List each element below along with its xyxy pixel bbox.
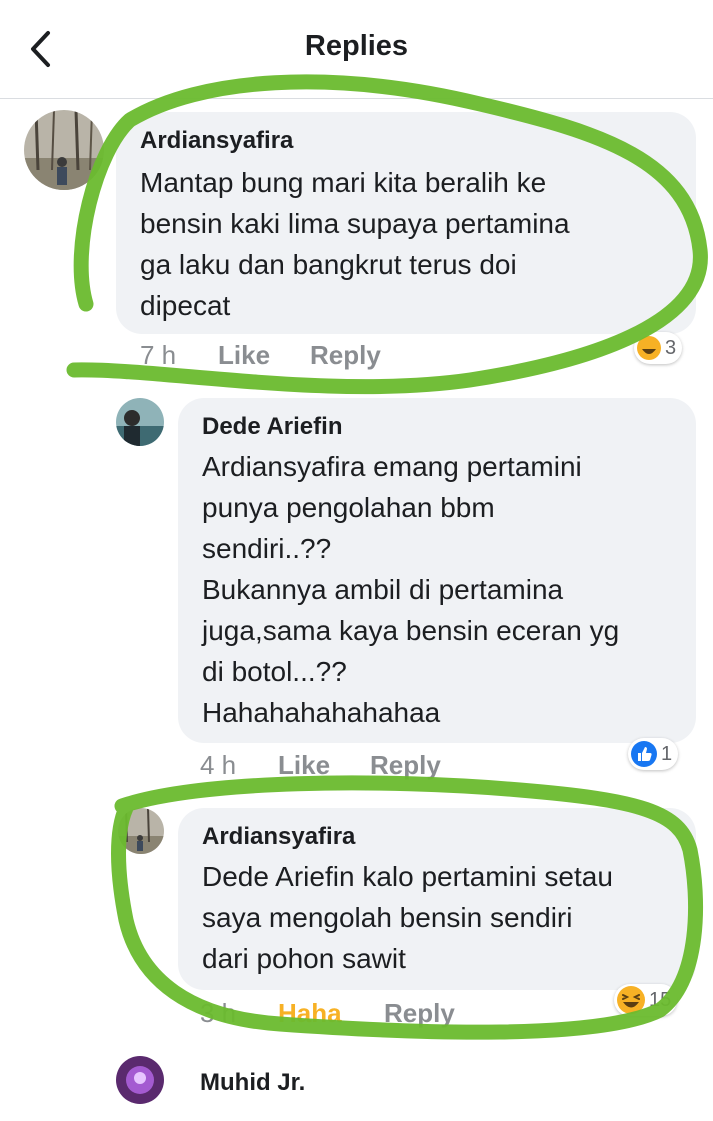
comment-bubble: Ardiansyafira Dede Ariefin kalo pertamin… xyxy=(178,808,696,990)
comment-time: 7 h xyxy=(140,340,177,370)
comment-author[interactable]: Ardiansyafira xyxy=(140,126,676,156)
comment-bubble: Dede Ariefin Ardiansyafira emang pertami… xyxy=(178,398,696,743)
reaction-count: 1 xyxy=(661,742,673,765)
avatar-photo xyxy=(116,398,164,446)
comment-actions: 3 h Haha Reply xyxy=(200,998,640,1032)
comment-text: Ardiansyafira emang pertamini punya peng… xyxy=(202,451,620,728)
laughing-face-icon xyxy=(637,336,661,360)
like-button[interactable]: Like xyxy=(218,340,270,371)
comment-actions: 4 h Like Reply xyxy=(200,750,640,784)
avatar[interactable] xyxy=(24,110,104,190)
avatar[interactable] xyxy=(116,398,164,446)
reply-button[interactable]: Reply xyxy=(370,750,441,781)
comment-author[interactable]: Dede Ariefin xyxy=(202,412,676,442)
reaction-count: 3 xyxy=(665,336,677,359)
comment-time: 3 h xyxy=(200,998,237,1028)
top-bar: Replies xyxy=(0,0,713,99)
avatar-photo xyxy=(118,808,164,854)
avatar-photo xyxy=(24,110,104,190)
reply-button[interactable]: Reply xyxy=(310,340,381,371)
comment-author[interactable]: Ardiansyafira xyxy=(202,822,676,852)
comment-text: Dede Ariefin kalo pertamini setau saya m… xyxy=(202,861,613,974)
reaction-count: 15 xyxy=(649,988,672,1011)
thumbs-up-icon xyxy=(631,741,657,767)
reaction-summary[interactable]: 1 xyxy=(628,738,679,770)
comment-bubble: Ardiansyafira Mantap bung mari kita bera… xyxy=(116,112,696,334)
avatar-photo xyxy=(116,1056,164,1104)
comment-author[interactable]: Muhid Jr. xyxy=(200,1068,305,1098)
reply-button[interactable]: Reply xyxy=(384,998,455,1029)
avatar[interactable] xyxy=(118,808,164,854)
avatar[interactable] xyxy=(116,1056,164,1104)
like-button[interactable]: Like xyxy=(278,750,330,781)
comment-time: 4 h xyxy=(200,750,237,780)
page-title: Replies xyxy=(304,30,409,62)
comment-text: Mantap bung mari kita beralih ke bensin … xyxy=(140,167,570,321)
reaction-summary[interactable]: 3 xyxy=(634,332,683,364)
laughing-face-icon xyxy=(617,986,645,1014)
haha-button[interactable]: Haha xyxy=(278,998,342,1029)
reaction-summary[interactable]: 15 xyxy=(614,984,678,1016)
comment-actions: 7 h Like Reply xyxy=(140,340,700,374)
